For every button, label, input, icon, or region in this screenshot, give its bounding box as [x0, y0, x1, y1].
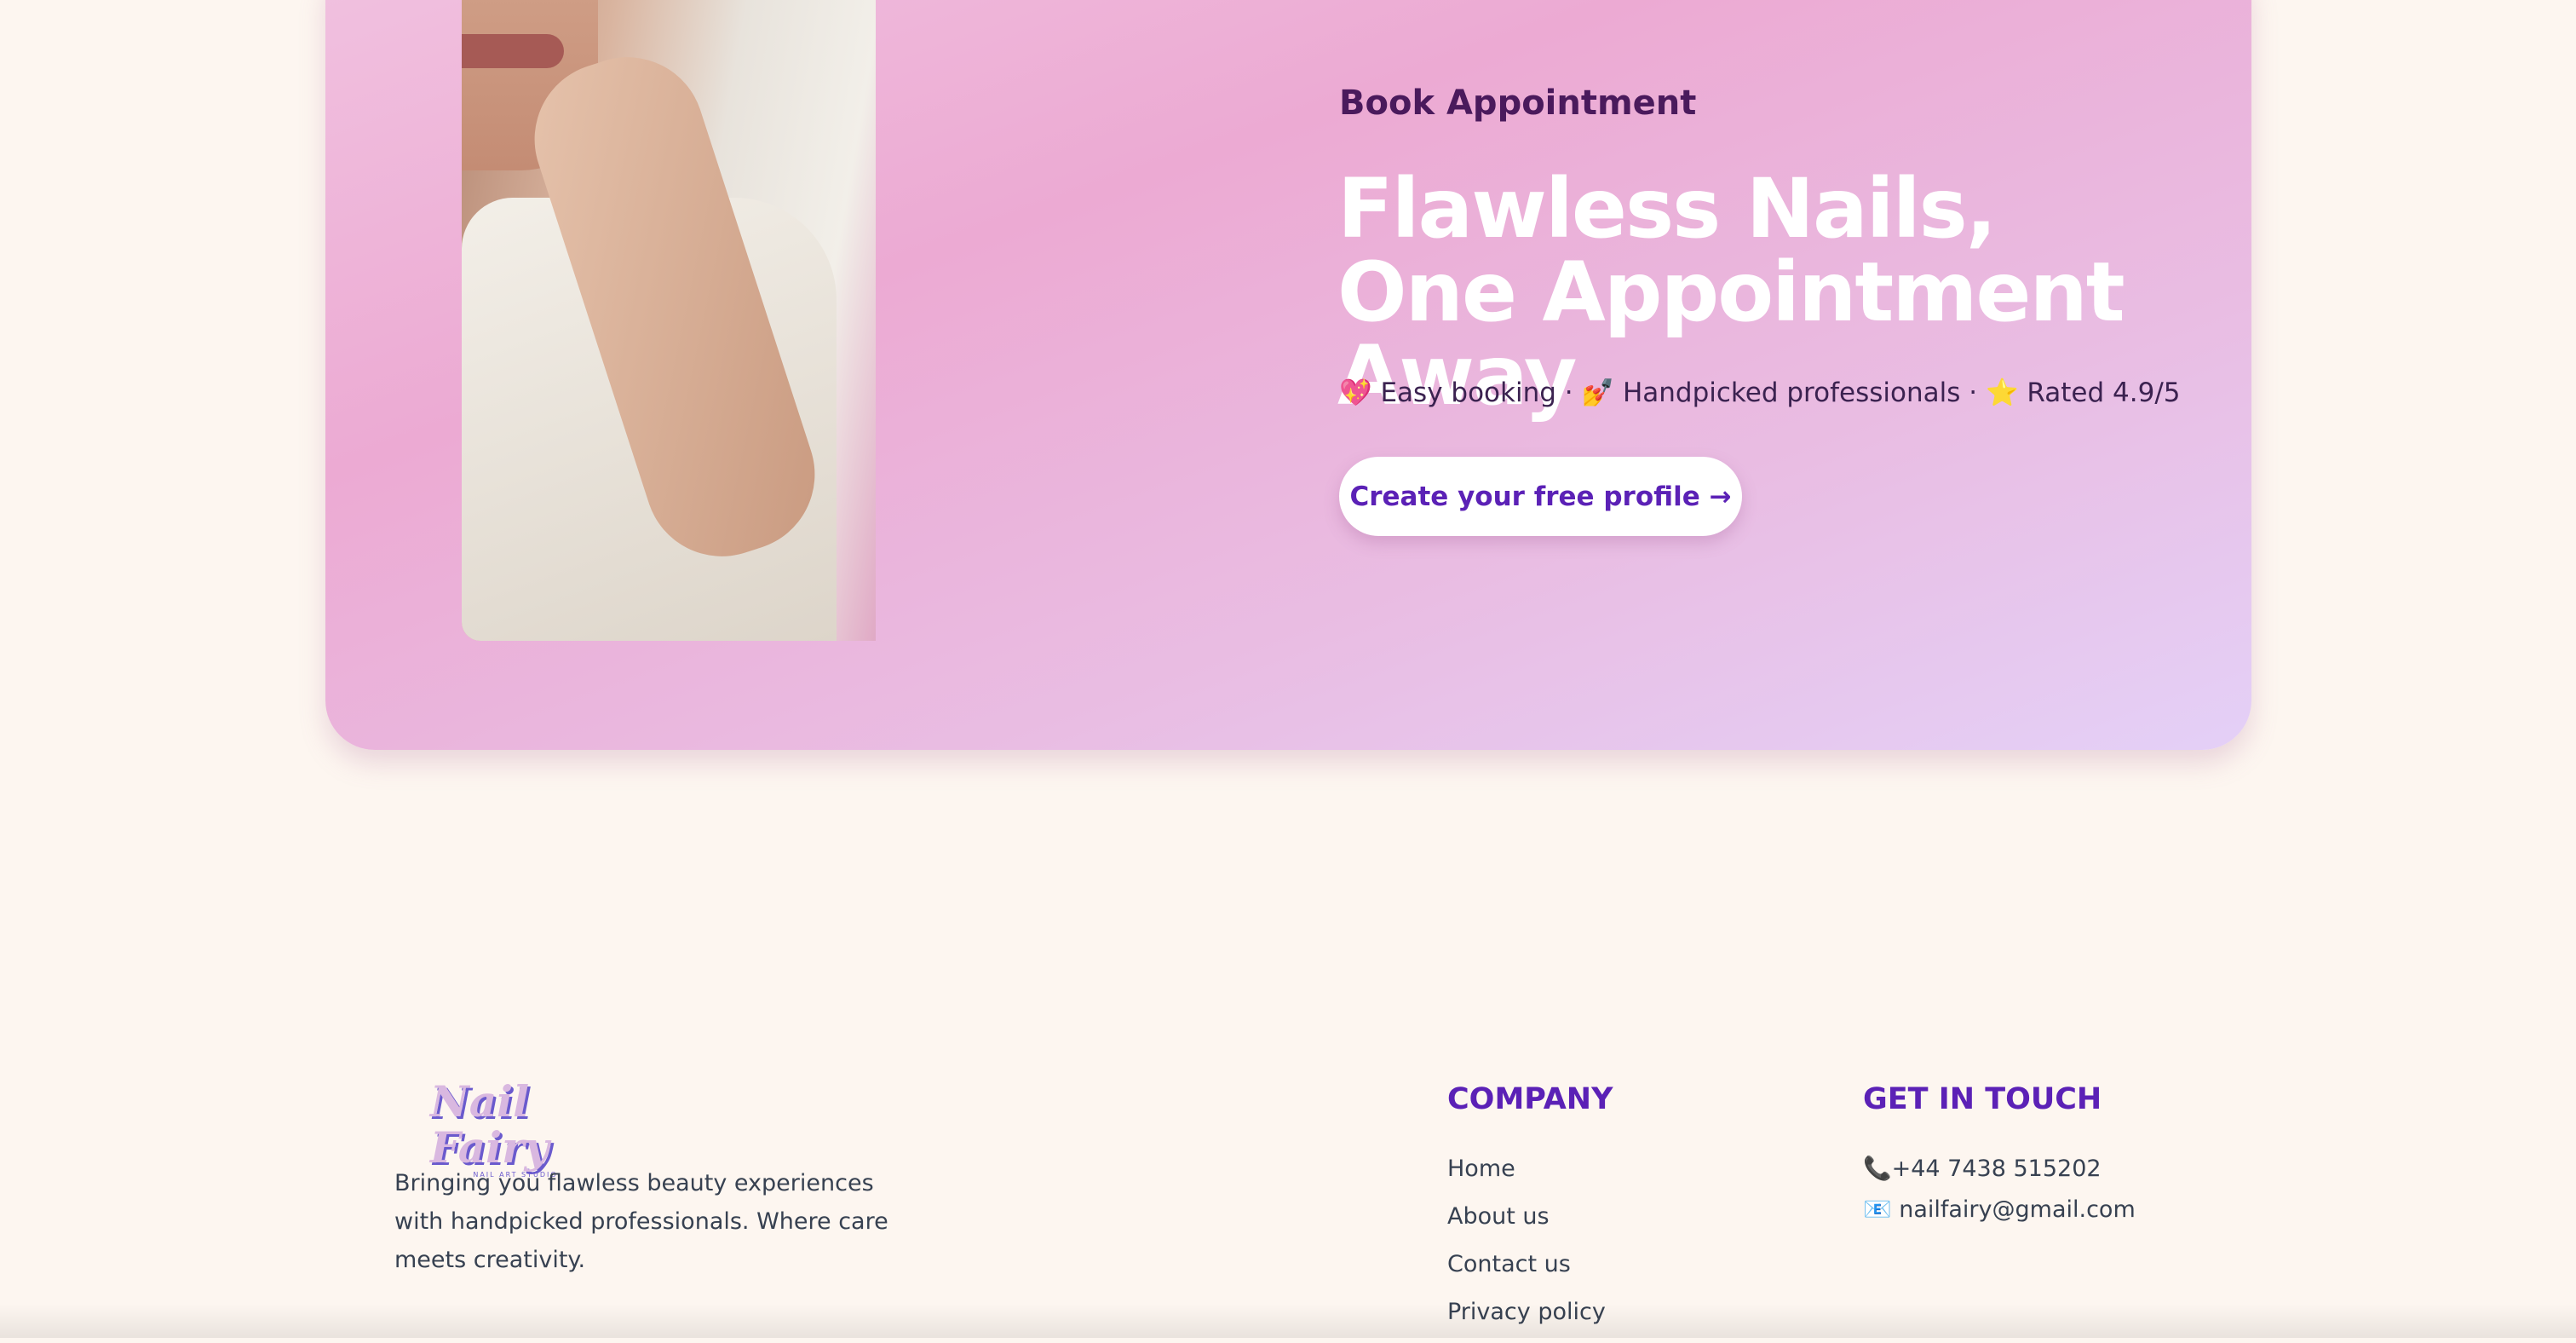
heart-icon: 💖	[1339, 378, 1372, 408]
email-address: nailfairy@gmail.com	[1899, 1196, 2136, 1223]
nail-fairy-logo[interactable]: Nail Fairy NAIL ART STUDIO	[430, 1079, 635, 1138]
feature-easy-booking: Easy booking	[1380, 378, 1555, 408]
separator: ·	[1565, 378, 1573, 408]
email-icon: 📧	[1863, 1196, 1892, 1223]
create-profile-button[interactable]: Create your free profile →	[1339, 457, 1742, 536]
footer-link-about[interactable]: About us	[1447, 1200, 1606, 1248]
feature-rating: Rated 4.9/5	[2027, 378, 2180, 408]
bottom-shadow	[0, 1304, 2576, 1338]
footer-description: Bringing you flawless beauty experiences…	[394, 1164, 923, 1279]
footer-link-home[interactable]: Home	[1447, 1152, 1606, 1200]
nail-polish-icon: 💅	[1581, 378, 1614, 408]
phone-number: +44 7438 515202	[1892, 1156, 2102, 1182]
company-heading: COMPANY	[1447, 1082, 1613, 1116]
hero-photo	[462, 0, 876, 641]
email-row[interactable]: 📧 nailfairy@gmail.com	[1863, 1193, 2136, 1234]
hero-eyebrow: Book Appointment	[1339, 84, 1696, 123]
separator: ·	[1969, 378, 1977, 408]
contact-info: 📞+44 7438 515202 📧 nailfairy@gmail.com	[1863, 1152, 2136, 1234]
phone-icon: 📞	[1863, 1156, 1892, 1182]
hero-features: 💖 Easy booking · 💅 Handpicked profession…	[1339, 377, 2181, 408]
hero-title-line1: Flawless Nails,	[1337, 161, 1995, 256]
feature-professionals: Handpicked professionals	[1623, 378, 1960, 408]
contact-heading: GET IN TOUCH	[1863, 1082, 2102, 1116]
phone-row[interactable]: 📞+44 7438 515202	[1863, 1152, 2136, 1193]
booking-hero-card: Book Appointment Flawless Nails, One App…	[325, 0, 2251, 750]
footer-link-contact[interactable]: Contact us	[1447, 1248, 1606, 1295]
star-icon: ⭐	[1986, 378, 2019, 408]
